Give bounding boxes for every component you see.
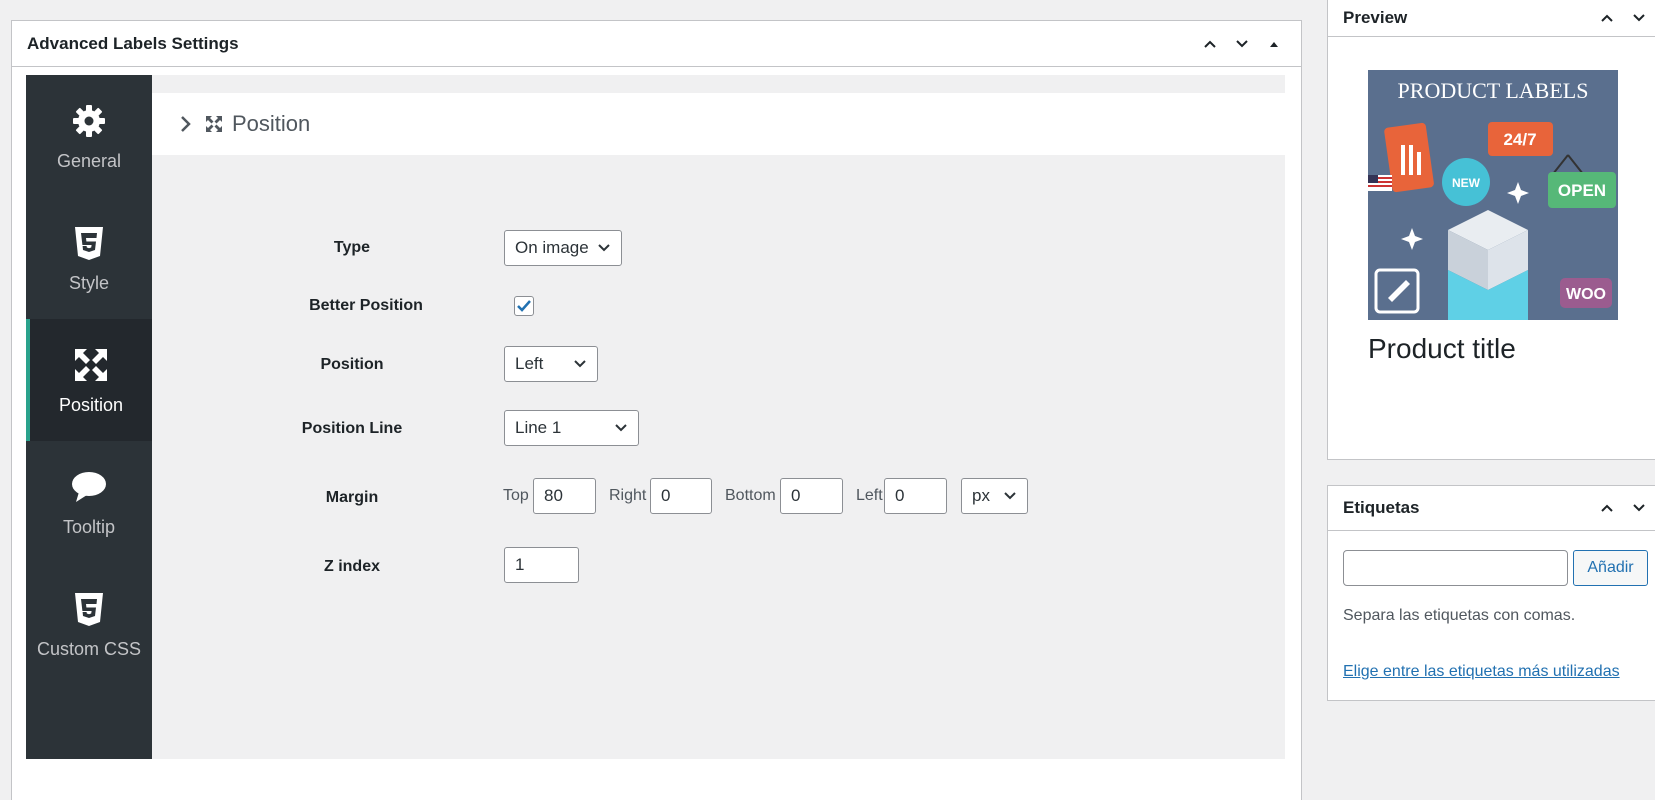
margin-unit-value: px (972, 486, 990, 505)
position-select-value: Left (515, 354, 544, 373)
margin-label: Margin (325, 489, 379, 506)
position-section-header[interactable]: Position (152, 93, 1285, 155)
tags-box: Etiquetas Añadir Separa las etiquetas co… (1327, 485, 1655, 701)
tab-tooltip[interactable]: Tooltip (26, 441, 152, 563)
tags-box-header: Etiquetas (1328, 486, 1655, 531)
margin-top-label: Top (503, 487, 529, 504)
settings-tab-sidebar: General Style Position Tooltip Custom CS… (26, 75, 152, 759)
margin-bottom-label: Bottom (725, 487, 776, 504)
settings-box-header: Advanced Labels Settings (12, 21, 1301, 67)
better-position-label: Better Position (309, 297, 423, 314)
chevron-up-icon (1601, 14, 1613, 22)
type-label: Type (333, 239, 371, 256)
arrows-expand-icon (206, 116, 222, 132)
css3-icon (75, 592, 103, 626)
chevron-down-icon (598, 244, 610, 252)
position-section-title: Position (232, 111, 311, 136)
move-down-button[interactable] (1230, 32, 1254, 56)
chevron-right-icon (181, 116, 191, 132)
badge-woo: WOO (1566, 286, 1606, 303)
move-up-button[interactable] (1198, 32, 1222, 56)
product-labels-illustration: PRODUCT LABELS 24/7 NEW OPEN WOO (1368, 70, 1618, 320)
tab-custom-css[interactable]: Custom CSS (26, 563, 152, 685)
badge-open: OPEN (1558, 181, 1606, 200)
position-settings-panel: Position Type On image Better Position P… (152, 75, 1285, 759)
margin-top-input[interactable]: 80 (533, 478, 596, 514)
type-select[interactable]: On image (504, 230, 622, 266)
tab-general-label: General (56, 150, 122, 171)
chevron-down-icon (1633, 504, 1645, 512)
advanced-labels-settings-box: Advanced Labels Settings General Style P… (11, 20, 1302, 800)
illustration-heading: PRODUCT LABELS (1398, 78, 1589, 103)
move-up-button[interactable] (1595, 6, 1619, 30)
margin-left-input[interactable]: 0 (884, 478, 947, 514)
tab-general[interactable]: General (26, 75, 152, 197)
better-position-checkbox[interactable] (514, 296, 534, 316)
position-select[interactable]: Left (504, 346, 598, 382)
chevron-down-icon (1004, 492, 1016, 500)
toggle-panel-button[interactable] (1262, 32, 1286, 56)
tab-style[interactable]: Style (26, 197, 152, 319)
move-up-button[interactable] (1595, 496, 1619, 520)
chevron-down-icon (615, 424, 627, 432)
chevron-down-icon (1633, 14, 1645, 22)
checkmark-icon (517, 300, 531, 312)
arrows-expand-icon (75, 348, 107, 381)
badge-247: 24/7 (1503, 130, 1536, 149)
product-preview-image: PRODUCT LABELS 24/7 NEW OPEN WOO (1368, 70, 1618, 320)
preview-box: Preview PRODUCT LABELS 24/7 NEW OPEN WOO… (1327, 0, 1655, 460)
badge-new: NEW (1452, 176, 1481, 190)
margin-unit-select[interactable]: px (961, 478, 1028, 514)
chevron-up-icon (1601, 504, 1613, 512)
tab-position[interactable]: Position (26, 319, 152, 441)
tab-custom-css-label: Custom CSS (36, 638, 142, 659)
preview-box-header: Preview (1328, 0, 1655, 37)
move-down-button[interactable] (1627, 496, 1651, 520)
most-used-tags-link[interactable]: Elige entre las etiquetas más utilizadas (1343, 663, 1620, 681)
margin-right-label: Right (609, 487, 647, 504)
preview-box-title: Preview (1343, 8, 1408, 27)
chevron-up-icon (1204, 40, 1216, 48)
tags-help-text: Separa las etiquetas con comas. (1343, 607, 1576, 624)
chevron-down-icon (1236, 39, 1248, 47)
gear-icon (73, 104, 105, 137)
margin-right-input[interactable]: 0 (650, 478, 712, 514)
tab-tooltip-label: Tooltip (62, 516, 116, 537)
tags-box-title: Etiquetas (1343, 498, 1420, 517)
chevron-down-icon (574, 360, 586, 368)
speech-bubble-icon (72, 471, 106, 502)
position-line-label: Position Line (301, 420, 403, 437)
tab-style-label: Style (68, 272, 110, 293)
margin-bottom-input[interactable]: 0 (780, 478, 843, 514)
position-line-select[interactable]: Line 1 (504, 410, 639, 446)
margin-left-label: Left (856, 487, 883, 504)
settings-box-title: Advanced Labels Settings (27, 33, 239, 53)
position-label: Position (320, 356, 384, 373)
product-title: Product title (1368, 333, 1516, 364)
add-tag-button[interactable]: Añadir (1573, 550, 1648, 586)
tab-position-label: Position (58, 394, 124, 415)
triangle-up-icon (1270, 41, 1278, 47)
type-select-value: On image (515, 238, 589, 257)
tag-input[interactable] (1343, 550, 1568, 586)
css3-icon (75, 226, 103, 260)
zindex-input[interactable]: 1 (504, 547, 579, 583)
position-line-select-value: Line 1 (515, 418, 562, 437)
zindex-label: Z index (323, 558, 380, 575)
move-down-button[interactable] (1627, 6, 1651, 30)
